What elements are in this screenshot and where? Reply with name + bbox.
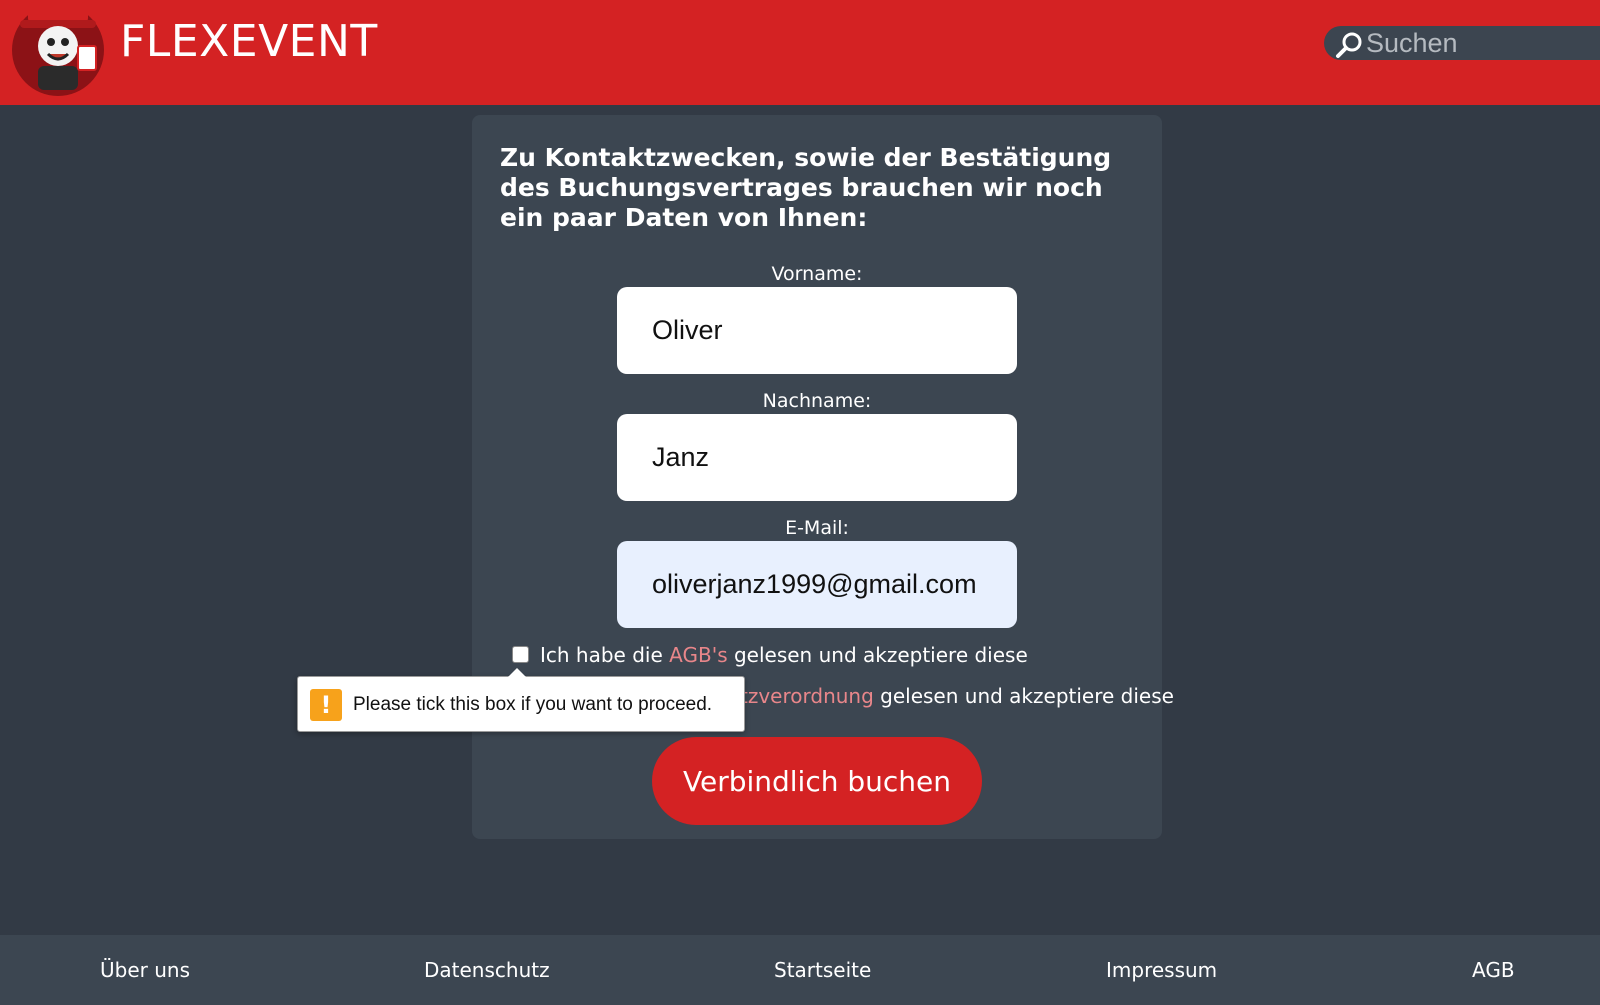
site-header: FLEXEVENT Suchen bbox=[0, 0, 1600, 105]
agb-suffix: gelesen und akzeptiere diese bbox=[727, 643, 1028, 667]
privacy-suffix: gelesen und akzeptiere diese bbox=[873, 684, 1174, 708]
search-input[interactable]: Suchen bbox=[1366, 26, 1458, 60]
agb-consent-label: Ich habe die AGB's gelesen und akzeptier… bbox=[540, 643, 1028, 667]
footer-link-home[interactable]: Startseite bbox=[774, 935, 871, 1005]
warning-icon: ! bbox=[310, 689, 342, 721]
footer-link-privacy[interactable]: Datenschutz bbox=[424, 935, 550, 1005]
email-label: E-Mail: bbox=[785, 517, 849, 539]
agb-checkbox[interactable] bbox=[512, 646, 529, 663]
first-name-label: Vorname: bbox=[771, 263, 863, 285]
last-name-label: Nachname: bbox=[762, 390, 872, 412]
privacy-link[interactable]: tzverordnung bbox=[740, 684, 874, 708]
agb-link[interactable]: AGB's bbox=[669, 643, 727, 667]
site-footer: Über uns Datenschutz Startseite Impressu… bbox=[0, 935, 1600, 1005]
tooltip-message: Please tick this box if you want to proc… bbox=[353, 694, 713, 715]
first-name-field[interactable]: Oliver bbox=[617, 287, 1017, 374]
privacy-consent-label: tzverordnung gelesen und akzeptiere dies… bbox=[740, 684, 1174, 708]
footer-link-imprint[interactable]: Impressum bbox=[1106, 935, 1217, 1005]
search-bar[interactable]: Suchen bbox=[1324, 26, 1600, 60]
agb-prefix: Ich habe die bbox=[540, 643, 670, 667]
form-title: Zu Kontaktzwecken, sowie der Bestätigung… bbox=[500, 143, 1112, 232]
submit-booking-button[interactable]: Verbindlich buchen bbox=[652, 737, 982, 825]
mascot-logo-icon[interactable] bbox=[10, 0, 106, 96]
brand-title[interactable]: FLEXEVENT bbox=[120, 16, 378, 67]
search-icon bbox=[1336, 32, 1362, 58]
email-field[interactable]: oliverjanz1999@gmail.com bbox=[617, 541, 1017, 628]
footer-link-about[interactable]: Über uns bbox=[100, 935, 190, 1005]
footer-link-agb[interactable]: AGB bbox=[1472, 935, 1515, 1005]
validation-tooltip: ! Please tick this box if you want to pr… bbox=[297, 668, 745, 732]
last-name-field[interactable]: Janz bbox=[617, 414, 1017, 501]
